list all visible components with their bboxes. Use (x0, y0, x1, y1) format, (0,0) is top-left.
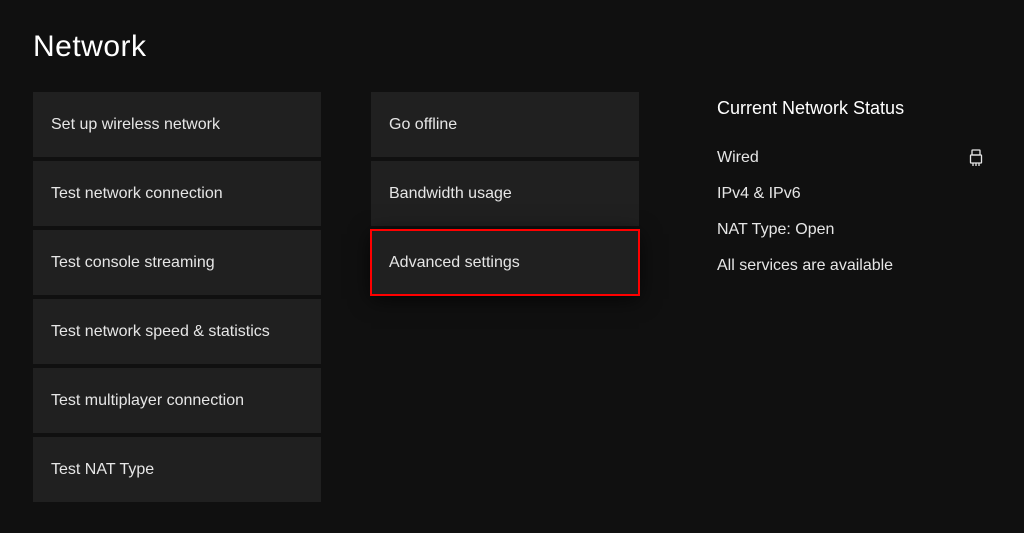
status-ip-version: IPv4 & IPv6 (717, 185, 991, 203)
status-nat-type: NAT Type: Open (717, 221, 991, 239)
go-offline-button[interactable]: Go offline (371, 92, 639, 157)
bandwidth-usage-button[interactable]: Bandwidth usage (371, 161, 639, 226)
status-services: All services are available (717, 257, 991, 275)
test-nat-type-button[interactable]: Test NAT Type (33, 437, 321, 502)
status-connection-type-label: Wired (717, 149, 759, 167)
menu-column-left: Set up wireless network Test network con… (33, 92, 321, 506)
test-multiplayer-connection-button[interactable]: Test multiplayer connection (33, 368, 321, 433)
content-area: Set up wireless network Test network con… (0, 64, 1024, 506)
status-heading: Current Network Status (717, 98, 991, 119)
page-title: Network (0, 0, 1024, 64)
ethernet-icon (969, 149, 983, 167)
advanced-settings-button[interactable]: Advanced settings (371, 230, 639, 295)
setup-wireless-network-button[interactable]: Set up wireless network (33, 92, 321, 157)
menu-column-mid: Go offline Bandwidth usage Advanced sett… (371, 92, 639, 506)
test-network-connection-button[interactable]: Test network connection (33, 161, 321, 226)
status-connection-type: Wired (717, 149, 991, 167)
test-network-speed-button[interactable]: Test network speed & statistics (33, 299, 321, 364)
test-console-streaming-button[interactable]: Test console streaming (33, 230, 321, 295)
status-panel: Current Network Status Wired IPv4 & IPv6… (689, 92, 991, 506)
